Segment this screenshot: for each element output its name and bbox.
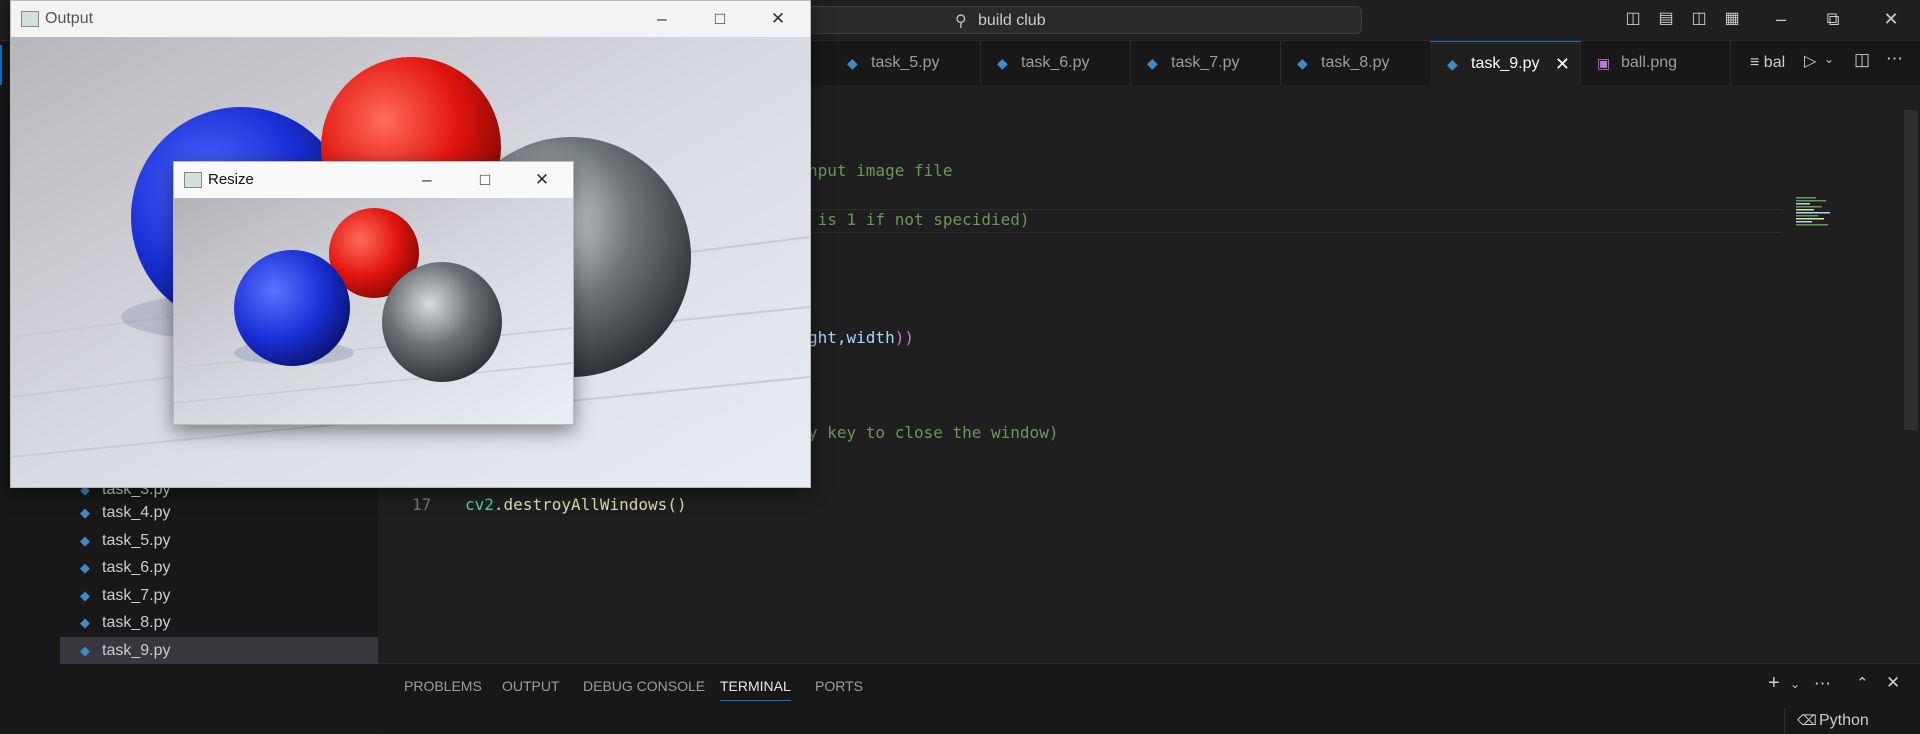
restore-icon[interactable]: ⧉ bbox=[1822, 8, 1844, 30]
run-python-icon[interactable]: ▷ bbox=[1804, 51, 1816, 71]
tab-overflow[interactable]: ≡ bal bbox=[1750, 41, 1785, 85]
python-file-icon: ◆ bbox=[80, 505, 90, 520]
python-file-icon: ◆ bbox=[80, 560, 90, 575]
resize-window-titlebar[interactable]: Resize – □ ✕ bbox=[174, 162, 573, 198]
toggle-primary-sidebar-icon[interactable]: ◫ bbox=[1624, 10, 1642, 28]
maximize-icon[interactable]: □ bbox=[470, 167, 500, 193]
terminal-python[interactable]: ⌫ Python bbox=[1784, 708, 1920, 734]
panel-more-icon[interactable]: ⋯ bbox=[1814, 674, 1831, 694]
code-comment-fragment: y key to close the window) bbox=[808, 423, 1059, 442]
image-file-icon: ▣ bbox=[1597, 55, 1611, 71]
tab-terminal[interactable]: TERMINAL bbox=[720, 678, 791, 701]
tab-ball-png[interactable]: ▣ ball.png bbox=[1580, 41, 1731, 85]
outline-icon: ≡ bbox=[1750, 54, 1760, 71]
minimize-icon[interactable]: – bbox=[1770, 8, 1792, 30]
code-line-17: cv2.destroyAllWindows() bbox=[465, 495, 687, 514]
maximize-icon[interactable]: □ bbox=[705, 6, 735, 32]
customize-layout-icon[interactable]: ▦ bbox=[1723, 10, 1741, 28]
resized-ball-image bbox=[174, 198, 573, 424]
search-icon: ⚲ bbox=[955, 13, 967, 30]
python-file-icon: ◆ bbox=[80, 588, 90, 603]
close-panel-icon[interactable]: ✕ bbox=[1886, 673, 1900, 693]
line-number-17: 17 bbox=[412, 495, 432, 514]
output-window-titlebar[interactable]: Output – □ ✕ bbox=[11, 1, 810, 37]
tab-task-7[interactable]: ◆ task_7.py bbox=[1130, 41, 1281, 85]
toggle-secondary-sidebar-icon[interactable]: ◫ bbox=[1690, 10, 1708, 28]
python-file-icon: ◆ bbox=[80, 533, 90, 548]
tab-task-5[interactable]: ◆ task_5.py bbox=[830, 41, 981, 85]
tab-debug-console[interactable]: DEBUG CONSOLE bbox=[583, 678, 705, 694]
minimap[interactable] bbox=[1790, 195, 1860, 235]
new-terminal-icon[interactable]: + bbox=[1768, 672, 1780, 695]
sidebar-file-task-5[interactable]: ◆ task_5.py bbox=[60, 527, 378, 554]
minimize-icon[interactable]: – bbox=[412, 167, 442, 193]
active-view-indicator bbox=[0, 45, 2, 85]
output-window-title: Output bbox=[45, 10, 94, 27]
tab-problems[interactable]: PROBLEMS bbox=[404, 678, 482, 694]
tab-ports[interactable]: PORTS bbox=[815, 678, 863, 694]
python-file-icon: ◆ bbox=[80, 615, 90, 630]
resize-window[interactable]: Resize – □ ✕ bbox=[173, 161, 574, 425]
code-line-fragment: ght,width)) bbox=[808, 328, 914, 347]
search-text: build club bbox=[978, 12, 1046, 29]
tab-output[interactable]: OUTPUT bbox=[502, 678, 560, 694]
command-center-search[interactable]: ⚲ build club bbox=[808, 6, 1362, 34]
run-dropdown-chevron-icon[interactable]: ⌄ bbox=[1824, 52, 1834, 66]
python-file-icon: ◆ bbox=[997, 55, 1008, 71]
code-comment-fragment: is 1 if not specidied) bbox=[808, 210, 1030, 229]
sidebar-file-task-6[interactable]: ◆ task_6.py bbox=[60, 554, 378, 581]
python-file-icon: ◆ bbox=[847, 55, 858, 71]
sidebar-file-task-9[interactable]: ◆ task_9.py bbox=[60, 637, 378, 664]
sidebar-file-task-4[interactable]: ◆ task_4.py bbox=[60, 499, 378, 526]
sidebar-file-task-8[interactable]: ◆ task_8.py bbox=[60, 609, 378, 636]
python-file-icon: ◆ bbox=[1297, 55, 1308, 71]
tab-task-6[interactable]: ◆ task_6.py bbox=[980, 41, 1131, 85]
bottom-panel: PROBLEMS OUTPUT DEBUG CONSOLE TERMINAL P… bbox=[378, 663, 1920, 734]
maximize-panel-icon[interactable]: ⌃ bbox=[1856, 674, 1869, 692]
close-icon[interactable]: ✕ bbox=[763, 6, 793, 32]
terminal-icon: ⌫ bbox=[1797, 712, 1817, 728]
app-icon bbox=[21, 11, 39, 27]
more-actions-icon[interactable]: ⋯ bbox=[1886, 49, 1903, 69]
minimize-icon[interactable]: – bbox=[647, 6, 677, 32]
split-editor-icon[interactable]: ◫ bbox=[1854, 50, 1870, 70]
python-file-icon: ◆ bbox=[1147, 55, 1158, 71]
close-icon[interactable]: ✕ bbox=[527, 167, 557, 193]
vertical-scrollbar[interactable] bbox=[1904, 110, 1918, 430]
close-icon[interactable]: ✕ bbox=[1880, 8, 1902, 30]
app-icon bbox=[184, 172, 202, 188]
toggle-panel-icon[interactable]: ▤ bbox=[1657, 10, 1675, 28]
tab-task-8[interactable]: ◆ task_8.py bbox=[1280, 41, 1431, 85]
terminal-dropdown-chevron-icon[interactable]: ⌄ bbox=[1790, 677, 1800, 691]
python-file-icon: ◆ bbox=[1447, 56, 1458, 72]
close-tab-icon[interactable]: ✕ bbox=[1555, 42, 1570, 86]
sidebar-file-task-7[interactable]: ◆ task_7.py bbox=[60, 582, 378, 609]
code-comment-fragment: nput image file bbox=[808, 161, 953, 180]
resize-window-title: Resize bbox=[208, 171, 254, 188]
python-file-icon: ◆ bbox=[80, 643, 90, 658]
tab-task-9[interactable]: ◆ task_9.py ✕ bbox=[1430, 41, 1581, 86]
